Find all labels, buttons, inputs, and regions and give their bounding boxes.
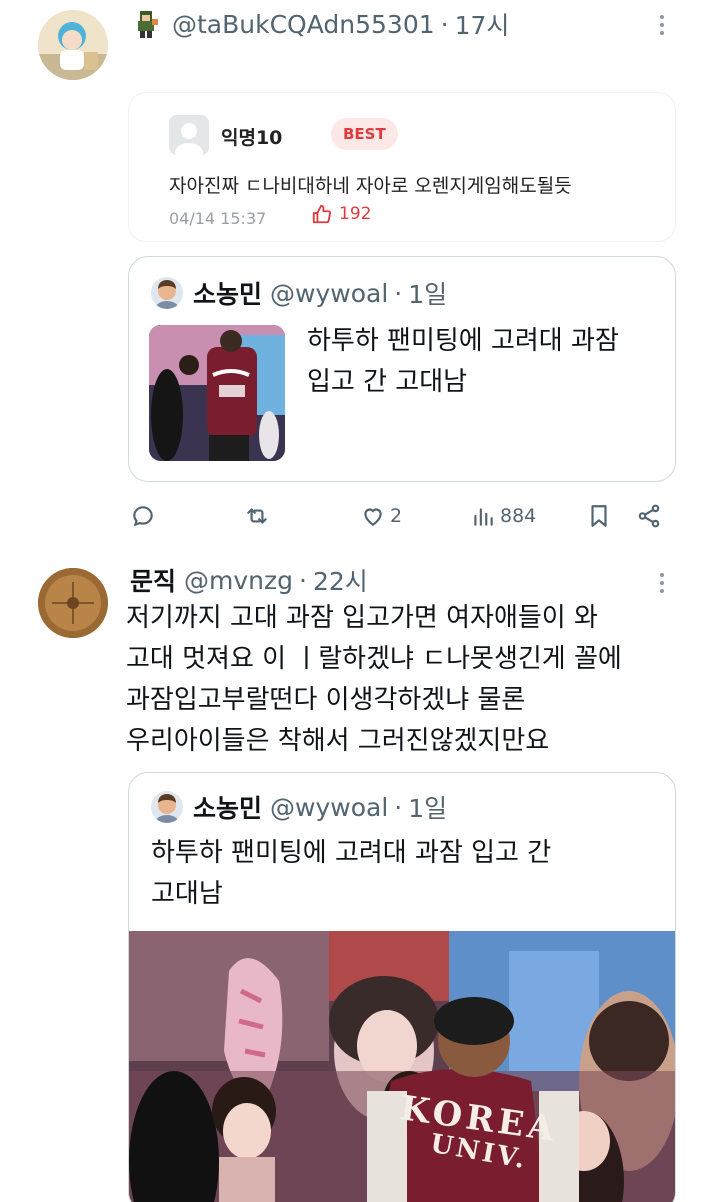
views-icon [470, 503, 496, 529]
separator-dot: · [394, 278, 403, 308]
avatar-post1[interactable] [38, 10, 108, 80]
like-count: 2 [390, 505, 403, 527]
quote-text: 하투하 팬미팅에 고려대 과잠 입고 간 고대남 [151, 833, 661, 915]
quote-time[interactable]: 1일 [408, 789, 447, 825]
retweet-icon [244, 503, 270, 529]
quote-thumbnail[interactable] [149, 325, 285, 461]
post1-header: @taBukCQAdn55301 · 17시 [132, 6, 509, 42]
anonymous-author: 익명10 [221, 127, 283, 149]
separator-dot: · [299, 565, 307, 595]
post2-handle[interactable]: @mvnzg [184, 566, 293, 595]
quote-tweet-2[interactable]: 소농민 @wywoal · 1일 하투하 팬미팅에 고려대 과잠 입고 간 고대… [128, 772, 676, 1202]
quote-header: 소농민 @wywoal · 1일 [193, 275, 447, 311]
bookmark-icon [586, 503, 612, 529]
quote-text-line-1: 하투하 팬미팅에 고려대 과잠 입고 간 [151, 838, 552, 868]
post2-text-line-3: 과잠입고부랄떤다 이생각하겠냐 물론 [126, 685, 526, 715]
post2-text-line-1: 저기까지 고대 과잠 입고가면 여자애들이 와 [126, 603, 598, 633]
retweet-button[interactable] [244, 498, 274, 534]
quote-tweet-1[interactable]: 소농민 @wywoal · 1일 하투하 팬미팅에 고려대 과잠 입고 간 고대… [128, 256, 676, 482]
quote-media-photo[interactable]: KOREA UNIV. [129, 931, 675, 1202]
more-icon[interactable] [652, 568, 672, 598]
post1-action-bar: 2 884 [126, 498, 666, 534]
embedded-comment-likes: 192 [311, 203, 371, 225]
share-icon [636, 503, 662, 529]
post2-author-name[interactable]: 문직 [130, 562, 176, 598]
reply-button[interactable] [130, 498, 160, 534]
post1-handle[interactable]: @taBukCQAdn55301 [172, 10, 435, 39]
best-badge: BEST [331, 118, 398, 150]
quote-author-name[interactable]: 소농민 [193, 275, 262, 311]
post2-header: 문직 @mvnzg · 22시 [130, 562, 368, 598]
avatar-post2[interactable] [38, 568, 108, 638]
separator-dot: · [440, 9, 449, 39]
quote-avatar [151, 277, 183, 309]
quote-header: 소농민 @wywoal · 1일 [193, 789, 447, 825]
post2-text-line-4: 우리아이들은 착해서 그러진않겠지만요 [126, 726, 550, 756]
quote-text-line-2: 입고 간 고대남 [307, 367, 468, 397]
more-icon[interactable] [652, 10, 672, 40]
separator-dot: · [394, 792, 403, 822]
quote-time[interactable]: 1일 [408, 275, 447, 311]
quote-avatar [151, 791, 183, 823]
post2-text-line-2: 고대 멋져요 이 ㅣ랄하겠냐 ㄷ나못생긴게 꼴에 [126, 644, 622, 674]
embedded-comment-like-count: 192 [339, 204, 372, 224]
quote-text-line-2: 고대남 [151, 879, 223, 909]
jacket-lettering: KOREA UNIV. [398, 1088, 561, 1175]
quote-text: 하투하 팬미팅에 고려대 과잠 입고 간 고대남 [307, 321, 667, 403]
share-button[interactable] [636, 498, 662, 534]
quote-text-line-1: 하투하 팬미팅에 고려대 과잠 [307, 326, 619, 356]
views-count: 884 [500, 505, 537, 527]
embedded-comment-text: 자아진짜 ㄷ나비대하네 자아로 오렌지게임해도될듯 [169, 175, 572, 197]
pixel-avatar-icon [132, 9, 160, 39]
anonymous-avatar [169, 115, 209, 155]
heart-icon [360, 503, 386, 529]
thumbs-up-icon [311, 203, 333, 225]
embedded-comment-card: 익명10 BEST 자아진짜 ㄷ나비대하네 자아로 오렌지게임해도될듯 04/1… [128, 92, 676, 242]
post2-text: 저기까지 고대 과잠 입고가면 여자애들이 와 고대 멋져요 이 ㅣ랄하겠냐 ㄷ… [126, 598, 622, 762]
views-button[interactable]: 884 [470, 498, 536, 534]
quote-author-name[interactable]: 소농민 [193, 789, 262, 825]
post2-time[interactable]: 22시 [313, 562, 368, 598]
reply-icon [130, 503, 156, 529]
like-button[interactable]: 2 [360, 498, 402, 534]
quote-author-handle[interactable]: @wywoal [270, 793, 388, 822]
bookmark-button[interactable] [586, 498, 612, 534]
post1-time[interactable]: 17시 [455, 6, 510, 42]
embedded-comment-date: 04/14 15:37 [169, 209, 267, 228]
quote-author-handle[interactable]: @wywoal [270, 279, 388, 308]
